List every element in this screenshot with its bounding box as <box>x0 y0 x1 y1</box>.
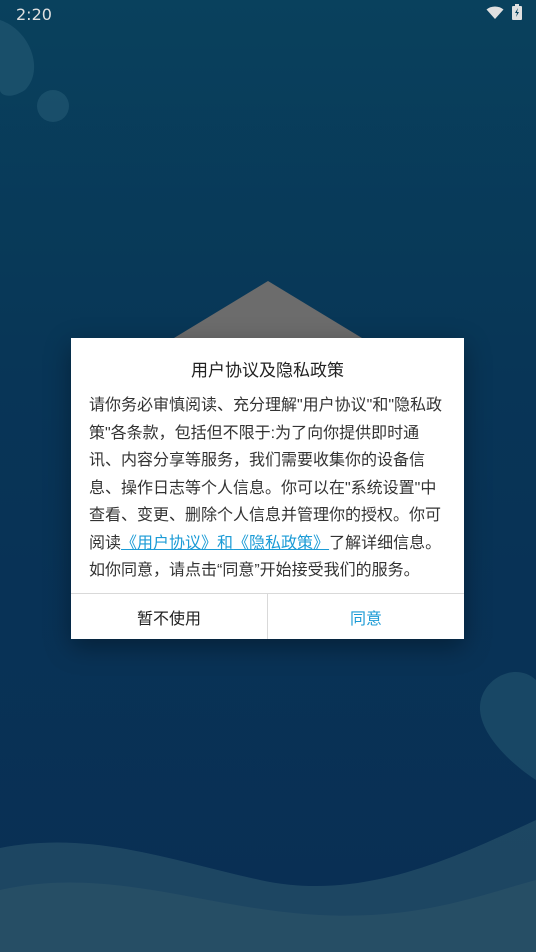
dialog-content: 请你务必审慎阅读、充分理解"用户协议"和"隐私政策"各条款，包括但不限于:为了向… <box>89 392 446 585</box>
user-agreement-link[interactable]: 《用户协议》 <box>121 535 217 552</box>
dialog-body-text: 请你务必审慎阅读、充分理解"用户协议"和"隐私政策"各条款，包括但不限于:为了向… <box>89 397 443 552</box>
decline-button[interactable]: 暂不使用 <box>71 594 268 639</box>
and-text: 和 <box>217 534 234 552</box>
dialog-title: 用户协议及隐私政策 <box>191 361 344 380</box>
dialog-buttons: 暂不使用 同意 <box>71 593 464 639</box>
privacy-dialog: 用户协议及隐私政策 请你务必审慎阅读、充分理解"用户协议"和"隐私政策"各条款，… <box>71 338 464 639</box>
agree-button[interactable]: 同意 <box>268 594 464 639</box>
privacy-policy-link[interactable]: 《隐私政策》 <box>233 535 329 552</box>
